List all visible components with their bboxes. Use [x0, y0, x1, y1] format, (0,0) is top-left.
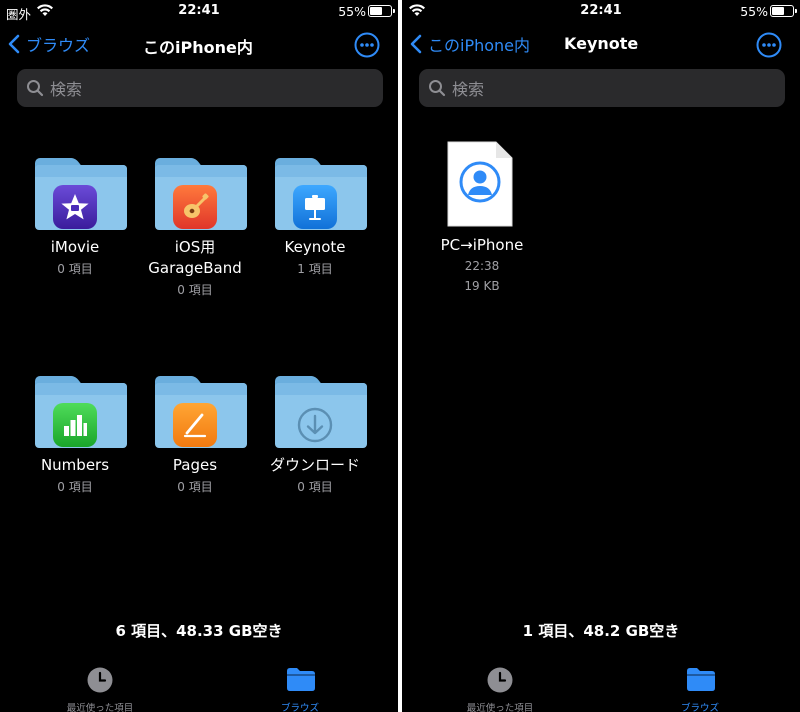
- file-name: PC→iPhone: [440, 236, 524, 254]
- ellipsis-circle-icon: [354, 32, 380, 58]
- back-label: このiPhone内: [428, 36, 531, 55]
- right-screen: 22:41 55% このiPhone内 Keynote 検索 PC→iPhone: [402, 0, 800, 712]
- search-icon: [429, 80, 446, 97]
- battery-percent: 55%: [740, 4, 768, 19]
- back-button[interactable]: ブラウズ: [8, 32, 90, 56]
- search-placeholder: 検索: [50, 80, 83, 99]
- folder-name: iMovie: [50, 238, 100, 256]
- more-button[interactable]: [354, 32, 380, 62]
- clock-icon: [487, 667, 513, 693]
- folder-count: 0 項目: [177, 283, 213, 297]
- storage-summary: 6 項目、48.33 GB空き: [115, 622, 283, 640]
- page-title: このiPhone内: [143, 38, 253, 57]
- back-label: ブラウズ: [26, 36, 91, 55]
- folder-name: Keynote: [284, 238, 346, 256]
- tab-browse-label: ブラウズ: [680, 703, 719, 712]
- keynote-icon: [293, 185, 337, 229]
- storage-summary: 1 項目、48.2 GB空き: [522, 622, 680, 640]
- folder-fill-icon: [287, 668, 315, 691]
- keynote-file-icon: [446, 140, 514, 228]
- folder-name: ダウンロード: [269, 456, 360, 474]
- ellipsis-circle-icon: [756, 32, 782, 58]
- folder-count: 0 項目: [297, 480, 333, 494]
- folder-name: Pages: [172, 456, 218, 474]
- clock-icon: [87, 667, 113, 693]
- nav-bar: このiPhone内 Keynote: [402, 26, 800, 64]
- folder-count: 0 項目: [57, 262, 93, 276]
- folder-count: 0 項目: [177, 480, 213, 494]
- status-bar: 22:41 55%: [402, 0, 800, 22]
- folder-name: Numbers: [40, 456, 110, 474]
- file-time: 22:38: [464, 259, 500, 273]
- battery-icon: [770, 5, 797, 17]
- folder-fill-icon: [687, 668, 715, 691]
- tab-recents-label: 最近使った項目: [66, 703, 134, 712]
- folder-count: 1 項目: [297, 262, 333, 276]
- search-field[interactable]: 検索: [419, 69, 785, 107]
- folder-count: 0 項目: [57, 480, 93, 494]
- pages-icon: [173, 403, 217, 447]
- search-icon: [27, 80, 44, 97]
- download-icon: [293, 403, 337, 447]
- page-title: Keynote: [564, 34, 639, 53]
- chevron-left-icon: [410, 34, 422, 54]
- tab-recents-label: 最近使った項目: [466, 703, 534, 712]
- more-button[interactable]: [756, 32, 782, 62]
- battery-icon: [368, 5, 395, 17]
- numbers-icon: [53, 403, 97, 447]
- folder-name: iOS用 GarageBand: [148, 238, 242, 277]
- chevron-left-icon: [8, 34, 20, 54]
- battery-percent: 55%: [338, 4, 366, 19]
- status-bar: 圏外 22:41 55%: [0, 0, 398, 22]
- garageband-icon: [173, 185, 217, 229]
- back-button[interactable]: このiPhone内: [410, 32, 530, 56]
- nav-bar: ブラウズ このiPhone内: [0, 26, 398, 64]
- left-screen: 圏外 22:41 55% ブラウズ このiPhone内 検索 iMovie 0 …: [0, 0, 398, 712]
- tab-browse-label: ブラウズ: [280, 703, 319, 712]
- tab-bar: 最近使った項目 ブラウズ: [0, 660, 398, 712]
- imovie-icon: [53, 185, 97, 229]
- search-field[interactable]: 検索: [17, 69, 383, 107]
- tab-bar: 最近使った項目 ブラウズ: [402, 660, 800, 712]
- file-size: 19 KB: [464, 279, 500, 293]
- search-placeholder: 検索: [452, 80, 485, 99]
